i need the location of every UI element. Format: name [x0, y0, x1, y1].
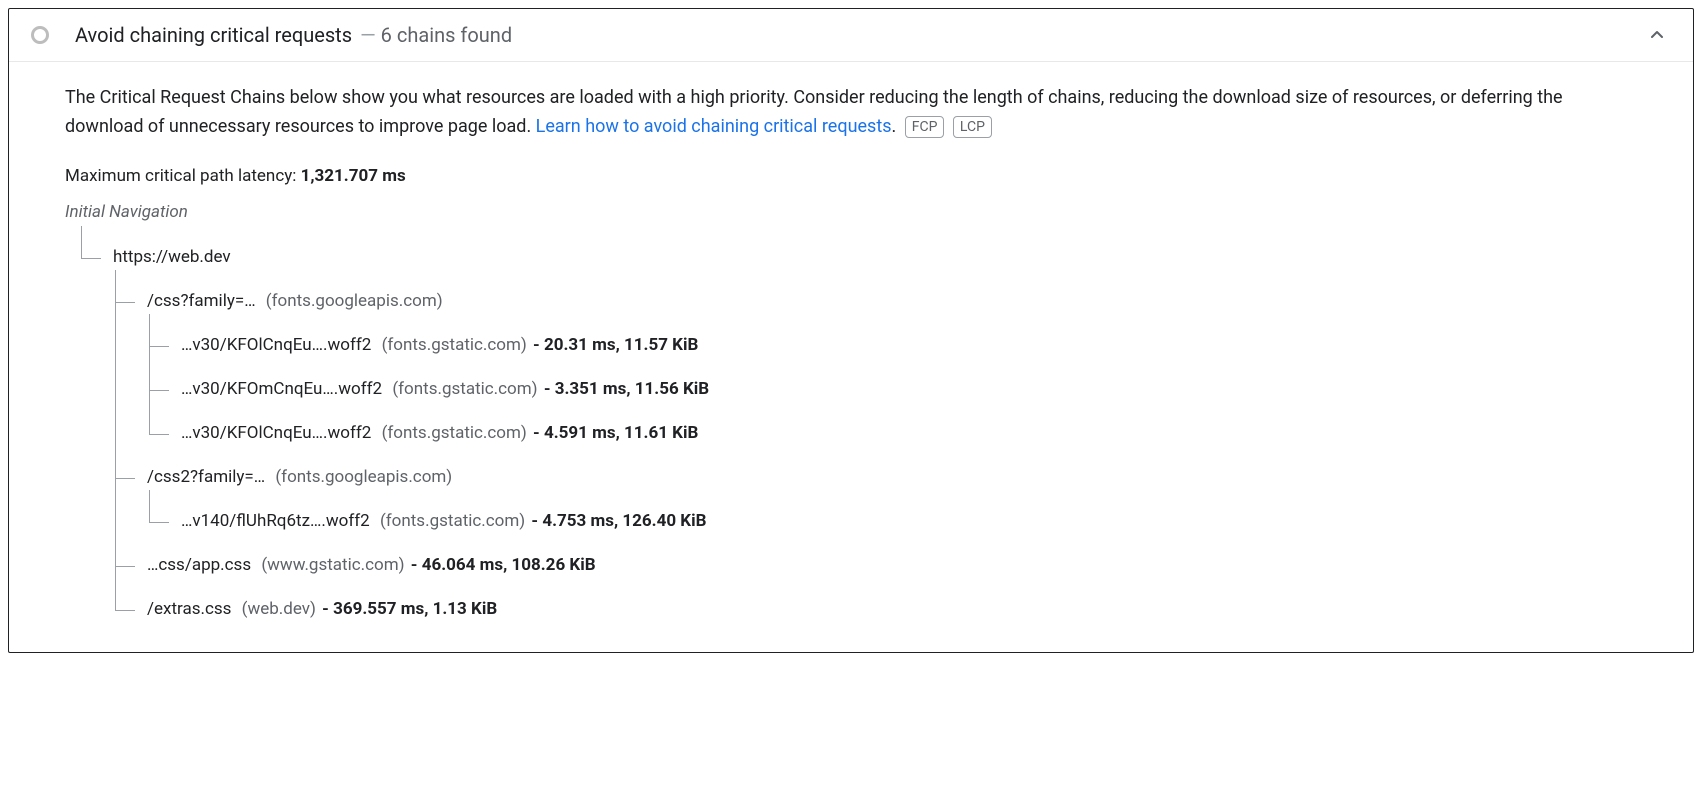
learn-more-link[interactable]: Learn how to avoid chaining critical req…	[536, 116, 892, 137]
crc-node: …css/app.css (www.gstatic.com) - 46.064 …	[65, 534, 1645, 578]
audit-subtitle: — 6 chains found	[360, 23, 512, 47]
audit-header[interactable]: Avoid chaining critical requests — 6 cha…	[9, 9, 1693, 62]
audit-card: Avoid chaining critical requests — 6 cha…	[8, 8, 1694, 653]
crc-node: …v30/KFOlCnqEu….woff2 (fonts.gstatic.com…	[65, 314, 1645, 358]
crc-node: /css2?family=… (fonts.googleapis.com)	[65, 446, 1645, 490]
crc-node: /css?family=… (fonts.googleapis.com)	[65, 270, 1645, 314]
status-neutral-icon	[31, 26, 49, 44]
crc-tree: https://web.dev /css?family=… (fonts.goo…	[65, 226, 1645, 622]
audit-description: The Critical Request Chains below show y…	[65, 84, 1645, 142]
chevron-up-icon	[1645, 23, 1669, 47]
audit-body: The Critical Request Chains below show y…	[9, 62, 1693, 652]
crc-node: /extras.css (web.dev) - 369.557 ms, 1.13…	[65, 578, 1645, 622]
crc-root-label: Initial Navigation	[65, 202, 1645, 222]
crc-node: https://web.dev	[65, 226, 1645, 270]
crc-node: …v30/KFOmCnqEu….woff2 (fonts.gstatic.com…	[65, 358, 1645, 402]
crc-node: …v30/KFOlCnqEu….woff2 (fonts.gstatic.com…	[65, 402, 1645, 446]
audit-title: Avoid chaining critical requests	[75, 23, 352, 47]
fcp-badge: FCP	[905, 116, 945, 138]
max-latency: Maximum critical path latency: 1,321.707…	[65, 166, 1645, 186]
lcp-badge: LCP	[953, 116, 992, 138]
crc-node: …v140/flUhRq6tz….woff2 (fonts.gstatic.co…	[65, 490, 1645, 534]
